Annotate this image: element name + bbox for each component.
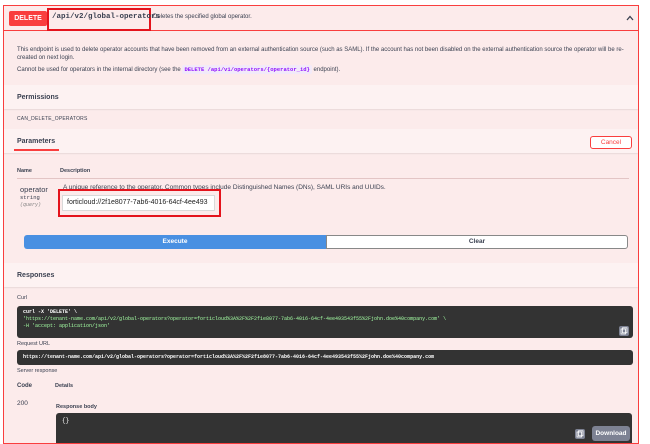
response-body-content: {}: [62, 417, 70, 424]
execute-button[interactable]: Execute: [24, 235, 326, 249]
response-code: 200: [17, 400, 28, 407]
curl-label: Curl: [17, 295, 28, 301]
param-location: (query): [20, 202, 42, 208]
parameters-title: Parameters: [17, 138, 56, 145]
http-method-badge: DELETE: [9, 11, 47, 26]
param-type: string: [20, 194, 40, 201]
request-url-label: Request URL: [17, 341, 51, 347]
cancel-button[interactable]: Cancel: [590, 136, 632, 149]
responses-title: Responses: [17, 272, 55, 279]
delete-operation-block: DELETE /api/v2/global-operators Deletes …: [3, 5, 639, 444]
copy-icon[interactable]: [619, 326, 629, 336]
related-endpoint-code: DELETE /api/v1/operators/{operator_id}: [182, 65, 312, 74]
param-name: operator: [20, 185, 48, 194]
operation-summary: Deletes the specified global operator.: [153, 14, 252, 20]
permissions-header: Permissions: [4, 85, 638, 109]
parameters-tab-underline: [14, 149, 59, 151]
permission-value: CAN_DELETE_OPERATORS: [17, 116, 88, 122]
responses-header: Responses: [4, 263, 638, 287]
request-url-value: https://tenant-name.com/api/v2/global-op…: [23, 354, 435, 360]
note-suffix: endpoint).: [313, 67, 341, 73]
curl-line-2: 'https://tenant-name.com/api/v2/global-o…: [23, 316, 447, 322]
operator-input[interactable]: forticloud://2f1e8077-7ab6-4016-64cf-4ee…: [62, 195, 215, 211]
chevron-up-icon[interactable]: [625, 13, 635, 23]
operation-description: This endpoint is used to delete operator…: [17, 47, 624, 61]
download-button[interactable]: Download: [592, 426, 630, 441]
column-header-name: Name: [17, 168, 32, 174]
endpoint-path[interactable]: /api/v2/global-operators: [52, 13, 160, 21]
operation-note: Cannot be used for operators in the inte…: [17, 65, 340, 75]
curl-line-3: -H 'accept: application/json': [23, 323, 111, 329]
curl-code-block: curl -X 'DELETE' \ 'https://tenant-name.…: [17, 306, 633, 338]
column-header-details: Details: [55, 383, 74, 389]
request-url-block: https://tenant-name.com/api/v2/global-op…: [17, 350, 633, 365]
response-body-block: {}: [56, 413, 632, 443]
column-header-description: Description: [60, 168, 91, 174]
clear-button[interactable]: Clear: [326, 235, 628, 249]
permissions-title: Permissions: [17, 94, 59, 101]
operation-summary-bar[interactable]: DELETE /api/v2/global-operators Deletes …: [4, 6, 638, 31]
curl-line-1: curl -X 'DELETE' \: [23, 309, 78, 315]
column-header-code: Code: [17, 383, 32, 389]
copy-icon[interactable]: [575, 429, 585, 439]
note-prefix: Cannot be used for operators in the inte…: [17, 67, 181, 73]
response-body-label: Response body: [56, 404, 97, 410]
parameters-header: Parameters: [4, 129, 638, 153]
server-response-label: Server response: [17, 368, 58, 374]
table-divider: [17, 178, 629, 179]
